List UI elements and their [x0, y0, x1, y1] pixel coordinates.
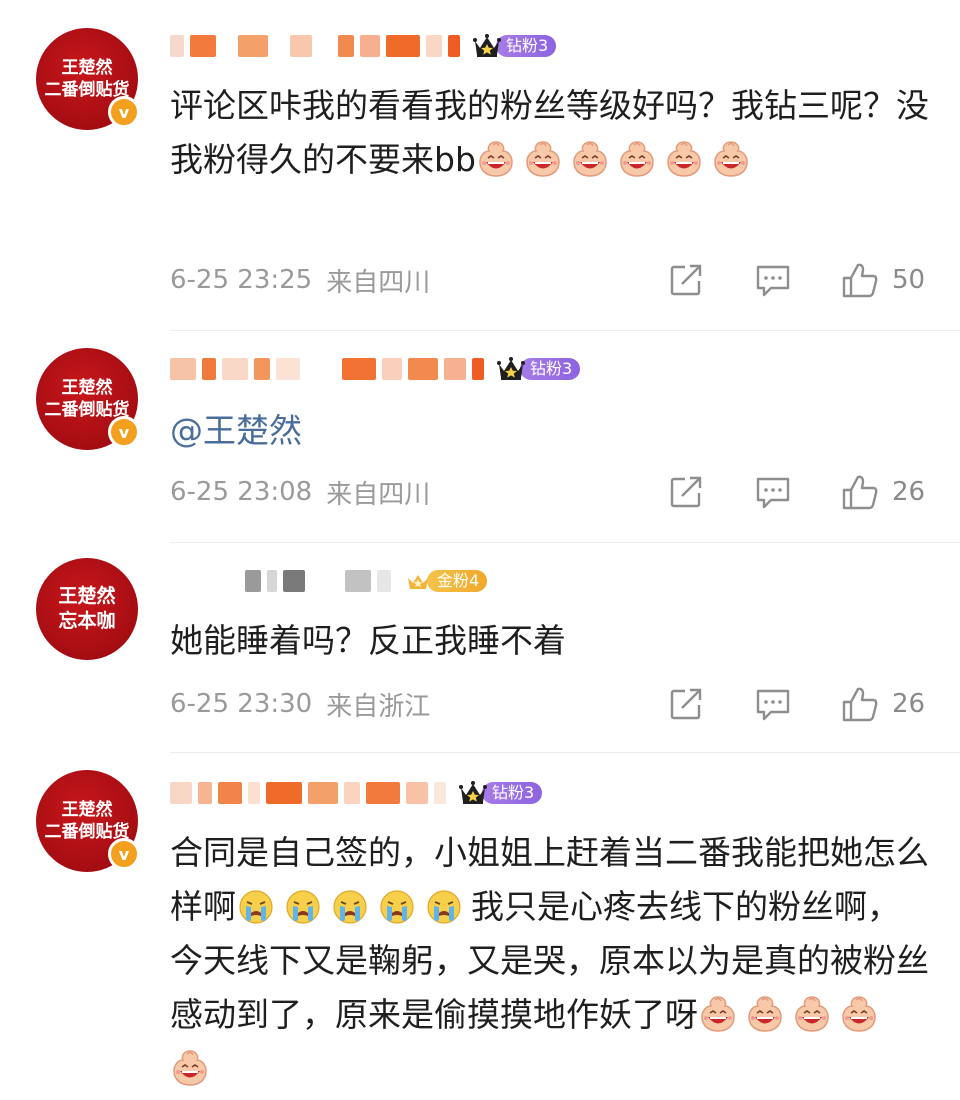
fan-level-badge[interactable]: 钻粉3 [458, 779, 543, 807]
comment-time: 6-25 23:08 [170, 477, 313, 507]
avatar[interactable]: 王楚然 忘本咖 [36, 558, 138, 660]
share-button[interactable] [668, 474, 704, 510]
crown-icon [472, 32, 502, 60]
laugh-emoji-icon [170, 1048, 210, 1088]
crown-icon [403, 567, 433, 595]
laugh-emoji-icon [698, 994, 738, 1034]
laugh-emoji-icon [523, 139, 563, 179]
share-icon [668, 474, 704, 510]
cry-emoji-icon [283, 886, 323, 926]
avatar[interactable]: 王楚然 二番倒贴货 v [36, 770, 140, 872]
like-icon [840, 473, 880, 511]
comment-text: 她能睡着吗？反正我睡不着 [170, 614, 930, 668]
comment-icon [754, 262, 792, 298]
comment-text: 合同是自己签的，小姐姐上赶着当二番我能把她怎么样啊 我只是心疼去线下的粉丝啊，今天… [170, 826, 930, 1096]
mention-link[interactable]: @王楚然 [170, 411, 302, 450]
fan-level-badge[interactable]: 金粉4 [403, 567, 488, 595]
username-mosaic[interactable] [170, 352, 490, 386]
cry-emoji-icon [424, 886, 464, 926]
comment-location: 来自四川 [326, 479, 431, 510]
comment-item: 王楚然 二番倒贴货 v 钻粉3 评论区咔我的看看我的粉丝等级好吗？我钻三呢？没我… [0, 0, 960, 330]
like-icon [840, 685, 880, 723]
username-mosaic[interactable] [170, 29, 466, 63]
fan-level-label: 金粉4 [427, 570, 488, 592]
avatar[interactable]: 王楚然 二番倒贴货 v [36, 28, 140, 130]
comment-footer: 6-25 23:30 来自浙江 26 [170, 684, 930, 724]
crown-icon [496, 355, 526, 383]
fan-level-label: 钻粉3 [482, 782, 543, 804]
comment-footer: 6-25 23:25 来自四川 50 [170, 260, 930, 300]
cry-emoji-icon [377, 886, 417, 926]
avatar-text-line: 王楚然 [61, 378, 113, 398]
like-count: 50 [892, 265, 926, 295]
comment-actions: 26 [668, 684, 926, 724]
share-button[interactable] [668, 686, 704, 722]
laugh-emoji-icon [792, 994, 832, 1034]
comment-item: 王楚然 二番倒贴货 v 钻粉3 合同是自己签的，小姐姐上赶着当二番我能把她怎么样… [0, 752, 960, 1100]
like-count: 26 [892, 689, 926, 719]
reply-button[interactable] [754, 474, 792, 510]
comment-time: 6-25 23:30 [170, 689, 313, 719]
like-button[interactable]: 50 [840, 261, 926, 299]
username-row[interactable]: 金粉4 [245, 564, 488, 598]
comment-text: @王楚然 [170, 404, 930, 458]
laugh-emoji-icon [839, 994, 879, 1034]
verified-icon: v [108, 838, 140, 870]
verified-icon: v [108, 96, 140, 128]
comment-text: 评论区咔我的看看我的粉丝等级好吗？我钻三呢？没我粉得久的不要来bb [170, 79, 930, 187]
crown-icon [458, 779, 488, 807]
avatar[interactable]: 王楚然 二番倒贴货 v [36, 348, 140, 450]
share-icon [668, 262, 704, 298]
laugh-emoji-icon [664, 139, 704, 179]
comment-item: 王楚然 二番倒贴货 v 钻粉3 @王楚然 6-25 23:08 来自四川 26 [0, 330, 960, 542]
cry-emoji-icon [330, 886, 370, 926]
laugh-emoji-icon [617, 139, 657, 179]
share-icon [668, 686, 704, 722]
cry-emoji-icon [236, 886, 276, 926]
laugh-emoji-icon [711, 139, 751, 179]
comment-icon [754, 474, 792, 510]
comment-actions: 50 [668, 260, 926, 300]
comment-location: 来自四川 [326, 267, 431, 298]
comment-item: 王楚然 忘本咖 金粉4 她能睡着吗？反正我睡不着 6-25 23:30 来自浙江 [0, 542, 960, 752]
verified-icon: v [108, 416, 140, 448]
username-mosaic[interactable] [245, 564, 397, 598]
username-row[interactable]: 钻粉3 [170, 29, 557, 63]
fan-level-badge[interactable]: 钻粉3 [472, 32, 557, 60]
share-button[interactable] [668, 262, 704, 298]
laugh-emoji-icon [745, 994, 785, 1034]
fan-level-label: 钻粉3 [496, 35, 557, 57]
laugh-emoji-icon [570, 139, 610, 179]
comment-location: 来自浙江 [326, 691, 431, 722]
reply-button[interactable] [754, 262, 792, 298]
username-mosaic[interactable] [170, 776, 452, 810]
username-row[interactable]: 钻粉3 [170, 352, 581, 386]
avatar-text-line: 王楚然 [61, 58, 113, 78]
fan-level-label: 钻粉3 [520, 358, 581, 380]
fan-level-badge[interactable]: 钻粉3 [496, 355, 581, 383]
username-row[interactable]: 钻粉3 [170, 776, 543, 810]
avatar-text-line: 王楚然 [58, 585, 116, 607]
comment-footer: 6-25 23:08 来自四川 26 [170, 472, 930, 512]
comment-icon [754, 686, 792, 722]
like-button[interactable]: 26 [840, 685, 926, 723]
comment-actions: 26 [668, 472, 926, 512]
like-icon [840, 261, 880, 299]
comment-time: 6-25 23:25 [170, 265, 313, 295]
comment-text-main: 她能睡着吗？反正我睡不着 [170, 621, 566, 660]
reply-button[interactable] [754, 686, 792, 722]
avatar-text-line: 忘本咖 [58, 610, 116, 632]
like-count: 26 [892, 477, 926, 507]
avatar-text-line: 王楚然 [61, 800, 113, 820]
laugh-emoji-icon [476, 139, 516, 179]
like-button[interactable]: 26 [840, 473, 926, 511]
